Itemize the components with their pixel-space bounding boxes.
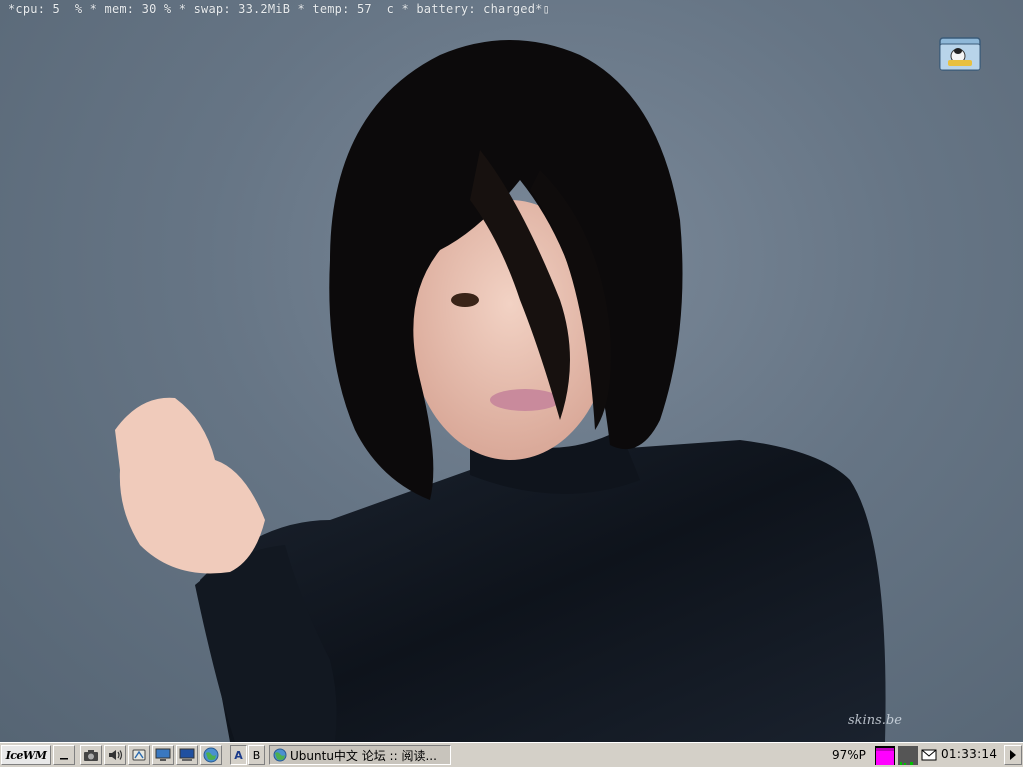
wallpaper-watermark: skins.be	[848, 713, 902, 728]
icewm-logo: IceWM	[5, 748, 47, 762]
show-desktop-icon	[60, 758, 68, 760]
workspace-b-label: B	[252, 748, 261, 762]
desktop[interactable]: *cpu: 5 % * mem: 30 % * swap: 33.2MiB * …	[0, 0, 1023, 742]
network-usage-graph[interactable]	[898, 746, 918, 765]
quick-launch-volume[interactable]	[104, 745, 126, 765]
clock[interactable]: 01:33:14	[941, 747, 997, 761]
quick-launch-camera[interactable]	[80, 745, 102, 765]
quick-launch-browser[interactable]	[200, 745, 222, 765]
volume-icon	[109, 750, 123, 760]
mail-icon[interactable]	[921, 748, 937, 762]
camera-icon	[84, 750, 98, 761]
quick-launch-display[interactable]	[152, 745, 174, 765]
network-icon	[132, 749, 146, 761]
show-desktop-button[interactable]	[53, 745, 75, 765]
task-label: Ubuntu中文 论坛 :: 阅读...	[290, 748, 437, 763]
task-button-ubuntu-forum[interactable]: Ubuntu中文 论坛 :: 阅读...	[269, 745, 451, 765]
wallpaper-image	[115, 40, 886, 742]
home-folder-icon[interactable]	[938, 34, 982, 72]
browser-icon	[203, 747, 219, 763]
cpu-usage-graph[interactable]	[875, 746, 895, 765]
arrow-right-icon	[1010, 750, 1016, 760]
system-monitor-text: *cpu: 5 % * mem: 30 % * swap: 33.2MiB * …	[8, 2, 550, 16]
browser-icon	[273, 748, 287, 762]
quick-launch-network[interactable]	[128, 745, 150, 765]
taskbar: IceWM A B Ubuntu中文 论坛:: 阅读... 97%P 01:3…	[0, 742, 1023, 767]
workspace-a-label: A	[234, 748, 243, 762]
quick-launch-terminal[interactable]	[176, 745, 198, 765]
workspace-a-button[interactable]: A	[230, 745, 247, 765]
taskbar-scroll-right-button[interactable]	[1004, 745, 1022, 765]
display-icon	[155, 748, 171, 761]
start-menu-button[interactable]: IceWM	[1, 745, 51, 765]
workspace-b-button[interactable]: B	[248, 745, 265, 765]
terminal-icon	[179, 748, 195, 761]
battery-status: 97%P	[832, 748, 866, 762]
